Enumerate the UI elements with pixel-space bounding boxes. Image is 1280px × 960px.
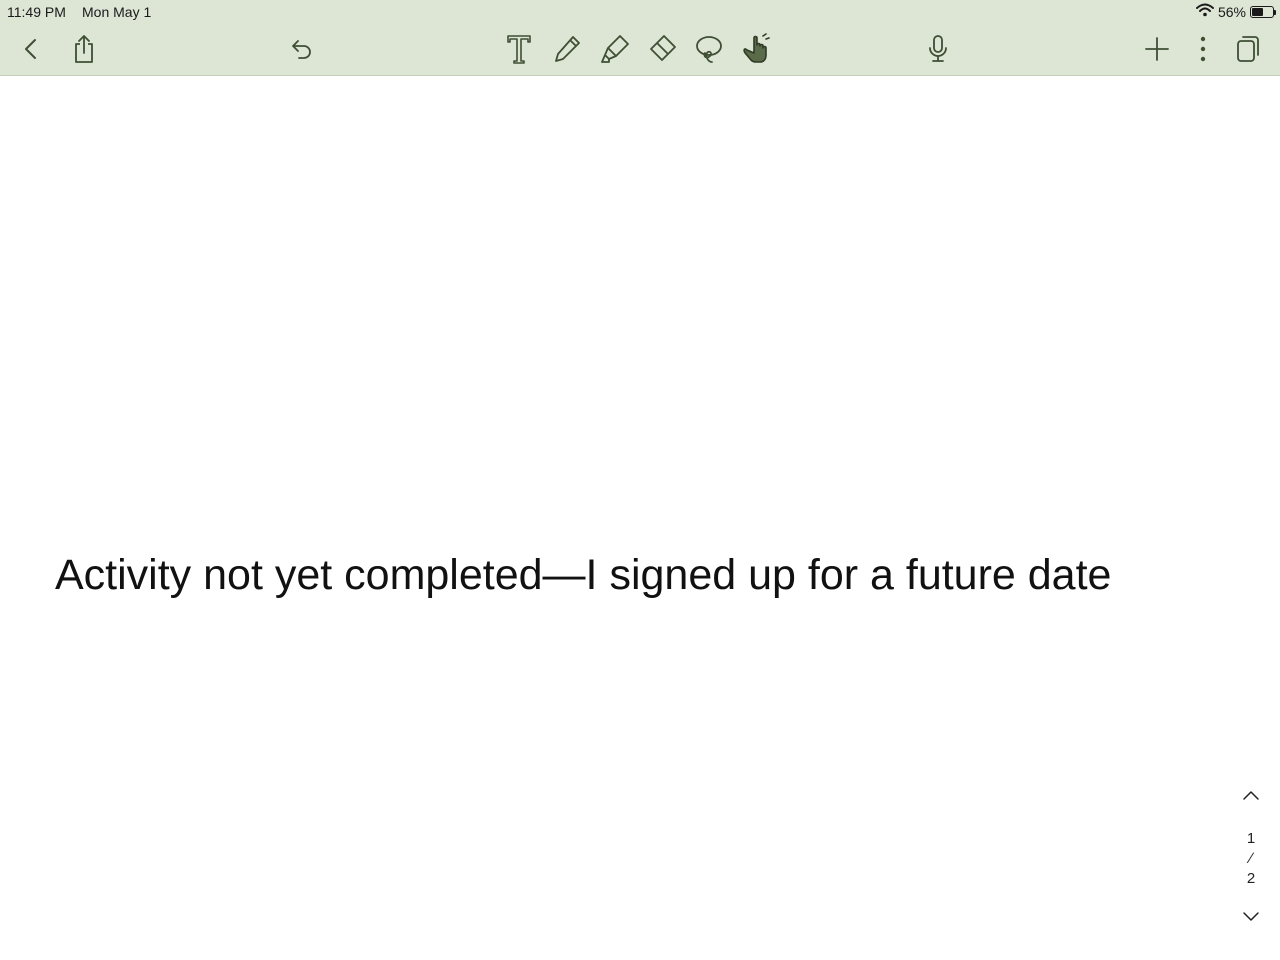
pages-button[interactable] (1230, 31, 1266, 67)
toolbar (0, 24, 1280, 76)
undo-button[interactable] (283, 31, 319, 67)
next-page-button[interactable] (1232, 910, 1270, 927)
pages-icon (1237, 36, 1259, 62)
share-icon (75, 35, 93, 63)
back-icon (25, 39, 36, 59)
eraser-tool-button[interactable] (644, 31, 680, 67)
share-button[interactable] (66, 31, 102, 67)
battery-percent: 56% (1217, 3, 1246, 20)
microphone-icon (929, 35, 947, 62)
status-bar: 11:49 PM Mon May 1 56% (0, 0, 1280, 24)
wifi-icon (1195, 3, 1214, 20)
hand-tool-icon (743, 33, 770, 63)
chevron-up-icon (1243, 791, 1259, 800)
more-button[interactable] (1185, 31, 1221, 67)
page-separator: ∕ (1249, 850, 1253, 867)
add-button[interactable] (1139, 31, 1175, 67)
add-icon (1145, 37, 1169, 61)
highlighter-tool-button[interactable] (597, 31, 633, 67)
text-tool-button[interactable] (501, 31, 537, 67)
status-date: Mon May 1 (82, 4, 152, 20)
page-current: 1 (1246, 830, 1256, 847)
highlighter-tool-icon (601, 35, 629, 63)
undo-icon (292, 40, 311, 59)
note-canvas[interactable]: Activity not yet completed—I signed up f… (0, 77, 1280, 960)
hand-tool-button[interactable] (737, 31, 773, 67)
page-total: 2 (1246, 870, 1256, 887)
more-icon (1200, 36, 1206, 62)
lasso-tool-icon (696, 36, 722, 63)
battery-fill (1252, 7, 1263, 16)
eraser-tool-icon (650, 35, 676, 61)
battery-icon (1250, 5, 1276, 18)
status-right-group: 56% (1195, 3, 1276, 20)
pen-tool-button[interactable] (549, 31, 585, 67)
text-tool-icon (507, 35, 531, 64)
pen-tool-icon (555, 36, 580, 62)
back-button[interactable] (13, 31, 49, 67)
note-text[interactable]: Activity not yet completed—I signed up f… (55, 551, 1111, 600)
status-time: 11:49 PM (7, 4, 66, 20)
microphone-button[interactable] (920, 31, 956, 67)
chevron-down-icon (1243, 912, 1259, 921)
previous-page-button[interactable] (1232, 788, 1270, 805)
lasso-tool-button[interactable] (691, 31, 727, 67)
